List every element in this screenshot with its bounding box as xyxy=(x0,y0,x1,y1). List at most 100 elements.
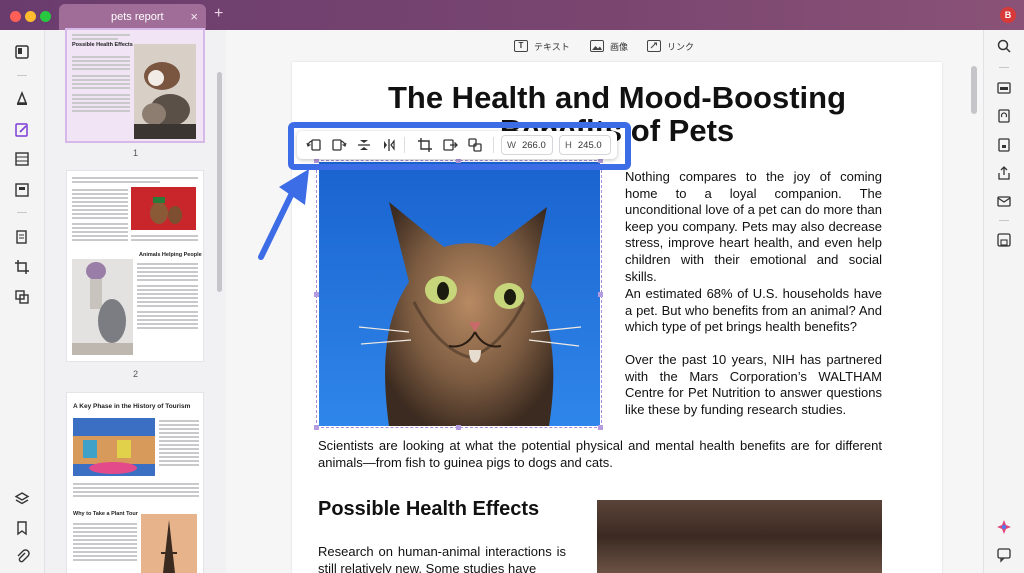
convert-icon[interactable] xyxy=(996,108,1012,124)
height-value[interactable]: 245.0 xyxy=(578,140,602,151)
page-title[interactable]: The Health and Mood-Boosting xyxy=(292,80,942,116)
thumbnail-text-block xyxy=(72,175,198,185)
protect-icon[interactable] xyxy=(996,137,1012,153)
page-tools-icon[interactable] xyxy=(13,228,31,246)
right-toolbar xyxy=(983,30,1024,573)
tab-close-icon[interactable]: × xyxy=(190,9,198,24)
document-tab[interactable]: pets report × xyxy=(59,4,206,30)
paragraph[interactable]: Over the past 10 years, NIH has partnere… xyxy=(625,352,882,418)
second-image[interactable] xyxy=(597,500,882,573)
search-icon[interactable] xyxy=(996,38,1012,54)
resize-handle[interactable] xyxy=(314,425,319,430)
comment-icon[interactable] xyxy=(996,547,1012,563)
reader-mode-icon[interactable] xyxy=(13,43,31,61)
height-field[interactable]: H 245.0 xyxy=(559,135,611,155)
toolbar-divider xyxy=(999,67,1009,68)
toolbar-divider xyxy=(493,137,494,153)
resize-handle[interactable] xyxy=(598,292,603,297)
thumbnail-heading: Animals Helping People xyxy=(139,252,202,258)
tab-title: pets report xyxy=(111,11,164,23)
image-edit-toolbar: W 266.0 H 245.0 xyxy=(297,131,617,159)
extract-image-icon[interactable] xyxy=(442,137,458,153)
paragraph[interactable]: Nothing compares to the joy of coming ho… xyxy=(625,169,882,285)
rotate-right-icon[interactable] xyxy=(331,137,347,153)
zoom-window-button[interactable] xyxy=(40,11,51,22)
width-value[interactable]: 266.0 xyxy=(522,140,546,151)
bookmark-icon[interactable] xyxy=(13,519,31,537)
toolbar-divider xyxy=(17,75,27,76)
add-image-label: 画像 xyxy=(610,41,629,52)
resize-handle[interactable] xyxy=(598,425,603,430)
thumbnail-text-block xyxy=(159,418,199,468)
flip-horizontal-icon[interactable] xyxy=(381,137,397,153)
link-icon xyxy=(647,40,661,52)
crop-icon[interactable] xyxy=(417,137,433,153)
email-icon[interactable] xyxy=(996,193,1012,209)
thumbnail-toy-photo xyxy=(131,187,196,230)
text-icon: T xyxy=(514,40,528,52)
thumbnail-dog-cat-photo xyxy=(134,44,196,139)
organize-pages-icon[interactable] xyxy=(13,150,31,168)
height-label: H xyxy=(565,139,572,151)
image-selection-frame[interactable] xyxy=(316,160,602,428)
thumbnail-text-block xyxy=(137,261,198,331)
resize-handle[interactable] xyxy=(456,425,461,430)
add-image-button[interactable]: 画像 xyxy=(590,38,628,54)
new-tab-button[interactable]: + xyxy=(214,5,223,23)
crop-icon[interactable] xyxy=(13,258,31,276)
edit-toolbar: T テキスト 画像 リンク xyxy=(226,30,983,62)
add-text-button[interactable]: T テキスト xyxy=(514,38,570,54)
title-bar: pets report × + B xyxy=(0,0,1024,30)
thumbnail-text-block xyxy=(73,521,137,563)
pointer-arrow-annotation xyxy=(258,169,309,260)
page-thumbnail-1[interactable]: Possible Health Effects xyxy=(67,30,203,141)
rotate-left-icon[interactable] xyxy=(306,137,322,153)
save-icon[interactable] xyxy=(996,232,1012,248)
thumbnail-heading: A Key Phase in the History of Tourism xyxy=(73,403,191,410)
page-number-label: 1 xyxy=(132,148,138,158)
thumbnail-subheading: Why to Take a Plant Tour xyxy=(73,511,138,517)
page-thumbnail-2[interactable]: Animals Helping People xyxy=(67,171,203,361)
flip-vertical-icon[interactable] xyxy=(356,137,372,153)
combine-icon[interactable] xyxy=(13,288,31,306)
thumbnail-cat-vase-photo xyxy=(72,259,133,355)
page-thumbnail-3[interactable]: A Key Phase in the History of Tourism Wh… xyxy=(67,393,203,573)
paragraph[interactable]: An estimated 68% of U.S. households have… xyxy=(625,286,882,336)
thumbnail-scrollbar[interactable] xyxy=(217,72,222,292)
page-number-label: 2 xyxy=(132,369,138,379)
document-scrollbar[interactable] xyxy=(971,66,977,114)
minimize-window-button[interactable] xyxy=(25,11,36,22)
image-icon xyxy=(590,40,604,52)
add-text-label: テキスト xyxy=(534,41,570,52)
toolbar-divider xyxy=(17,212,27,213)
section-heading[interactable]: Possible Health Effects xyxy=(318,498,539,521)
left-toolbar xyxy=(0,30,45,573)
add-link-label: リンク xyxy=(667,41,695,52)
toolbar-divider xyxy=(999,220,1009,221)
replace-image-icon[interactable] xyxy=(467,137,483,153)
resize-handle[interactable] xyxy=(314,292,319,297)
add-link-button[interactable]: リンク xyxy=(647,38,694,54)
toolbar-divider xyxy=(404,137,405,153)
thumbnail-text-block xyxy=(72,187,128,243)
layers-icon[interactable] xyxy=(13,490,31,508)
form-icon[interactable] xyxy=(13,181,31,199)
edit-pdf-icon[interactable] xyxy=(13,121,31,139)
attachment-icon[interactable] xyxy=(13,547,31,565)
share-icon[interactable] xyxy=(996,165,1012,181)
close-window-button[interactable] xyxy=(10,11,21,22)
paragraph[interactable]: Research on human-animal interactions is… xyxy=(318,544,566,573)
highlight-icon[interactable] xyxy=(13,89,31,107)
thumbnail-eiffel-photo xyxy=(141,514,197,573)
thumbnail-text-block xyxy=(131,233,198,243)
thumbnail-text-block xyxy=(73,481,199,499)
ai-assistant-icon[interactable] xyxy=(996,519,1012,535)
thumbnail-text-block xyxy=(72,54,130,114)
ocr-icon[interactable] xyxy=(996,80,1012,96)
thumbnail-panel: Possible Health Effects 1 Animals Helpin… xyxy=(45,30,226,573)
thumbnail-street-photo xyxy=(73,418,155,476)
thumbnail-text-block xyxy=(72,32,130,42)
user-avatar[interactable]: B xyxy=(1000,7,1016,23)
width-field[interactable]: W 266.0 xyxy=(501,135,553,155)
paragraph[interactable]: Scientists are looking at what the poten… xyxy=(318,438,882,471)
